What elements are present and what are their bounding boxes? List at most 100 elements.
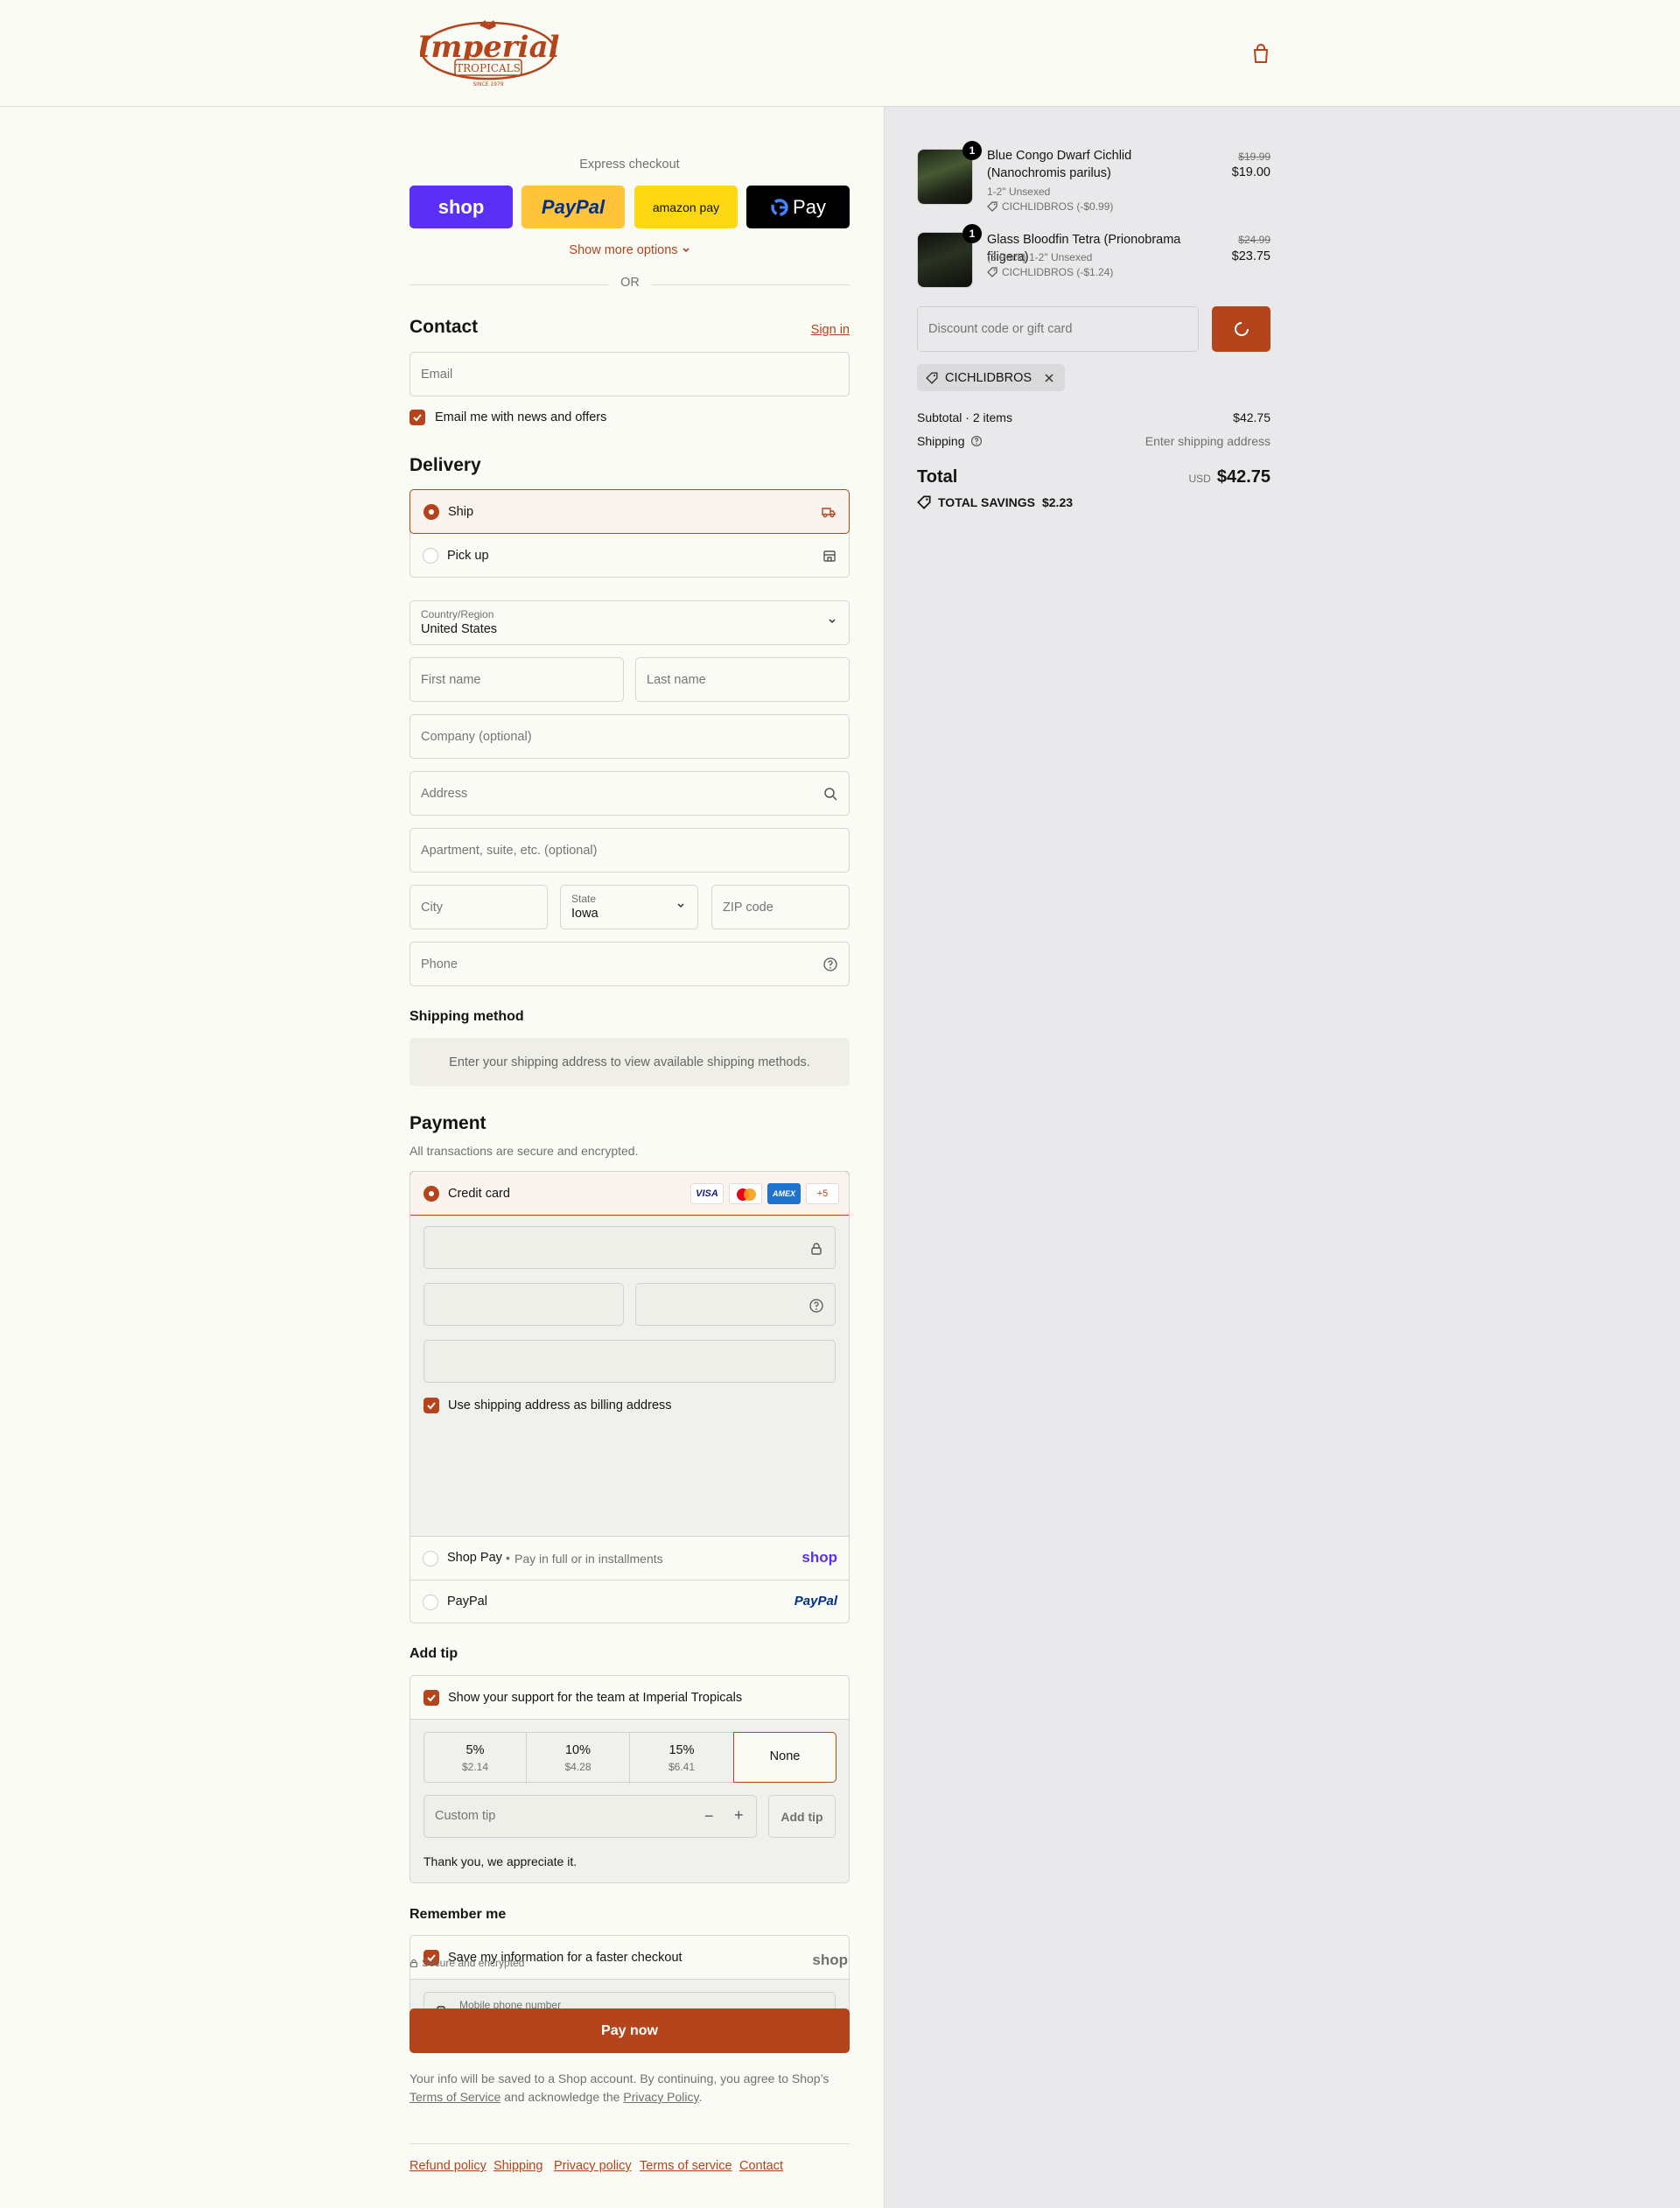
address-field[interactable]: Address bbox=[410, 771, 850, 816]
ship-label: Ship bbox=[448, 505, 474, 519]
contact-link[interactable]: Contact bbox=[739, 2159, 783, 2173]
credit-card-option[interactable]: Credit card VISA AMEX +5 bbox=[410, 1171, 850, 1216]
shop-pay-radio[interactable] bbox=[423, 1551, 438, 1567]
credit-card-radio[interactable] bbox=[424, 1186, 439, 1202]
company-field[interactable]: Company (optional) bbox=[410, 714, 850, 759]
google-g-icon bbox=[771, 198, 788, 216]
divider bbox=[410, 2143, 850, 2144]
tip-amount: $2.14 bbox=[461, 1761, 489, 1773]
sign-in-link[interactable]: Sign in bbox=[811, 323, 850, 337]
item-discount: CICHLIDBROS (-$0.99) bbox=[987, 200, 1113, 213]
shipping-row-label: Shipping bbox=[917, 434, 983, 448]
email-field[interactable]: Email bbox=[410, 352, 850, 396]
state-select[interactable]: State Iowa bbox=[560, 885, 698, 929]
tip-option-15[interactable]: 15% $6.41 bbox=[630, 1733, 733, 1784]
shipping-method-heading: Shipping method bbox=[410, 1009, 524, 1024]
chevron-down-icon bbox=[829, 619, 836, 624]
svg-text:SINCE 1979: SINCE 1979 bbox=[472, 81, 503, 88]
shop-logo: shop bbox=[812, 1952, 848, 1968]
plus-icon[interactable]: + bbox=[734, 1806, 744, 1825]
total-label: Total bbox=[917, 467, 958, 487]
ship-option[interactable]: Ship bbox=[410, 489, 850, 534]
state-value: Iowa bbox=[571, 907, 598, 921]
help-icon[interactable] bbox=[822, 957, 838, 972]
help-icon[interactable] bbox=[808, 1298, 824, 1314]
pickup-radio[interactable] bbox=[423, 548, 438, 564]
apartment-field[interactable]: Apartment, suite, etc. (optional) bbox=[410, 828, 850, 873]
amazon-pay-express-button[interactable]: amazon pay bbox=[634, 186, 738, 228]
check-icon bbox=[427, 1402, 436, 1410]
shop-pay-logo: shop bbox=[438, 195, 485, 218]
country-label: Country/Region bbox=[421, 608, 494, 620]
city-field[interactable]: City bbox=[410, 885, 548, 929]
google-pay-express-button[interactable]: Pay bbox=[746, 186, 850, 228]
pickup-option[interactable]: Pick up bbox=[410, 534, 850, 578]
discount-code-placeholder: Discount code or gift card bbox=[928, 322, 1073, 336]
shop-pay-logo: shop bbox=[802, 1549, 837, 1566]
first-name-placeholder: First name bbox=[421, 673, 481, 687]
help-icon[interactable] bbox=[970, 435, 983, 447]
tip-percent: 15% bbox=[668, 1743, 695, 1757]
mastercard-icon bbox=[729, 1183, 762, 1204]
pay-now-button[interactable]: Pay now bbox=[410, 2008, 850, 2053]
payment-heading: Payment bbox=[410, 1113, 486, 1133]
name-on-card-field[interactable] bbox=[424, 1340, 836, 1383]
terms-of-service-link[interactable]: Terms of service bbox=[640, 2159, 732, 2173]
shop-pay-option[interactable]: Shop Pay • Pay in full or in installment… bbox=[410, 1537, 850, 1580]
tip-option-5[interactable]: 5% $2.14 bbox=[424, 1733, 527, 1784]
address-placeholder: Address bbox=[421, 787, 468, 801]
expiry-field[interactable] bbox=[424, 1283, 624, 1326]
apply-discount-button[interactable] bbox=[1212, 306, 1270, 352]
paypal-label: PayPal bbox=[447, 1595, 487, 1609]
refund-policy-link[interactable]: Refund policy bbox=[410, 2159, 486, 2173]
privacy-policy-link[interactable]: Privacy policy bbox=[554, 2159, 632, 2173]
billing-address-checkbox[interactable] bbox=[424, 1398, 439, 1413]
shop-terms-link[interactable]: Terms of Service bbox=[410, 2090, 500, 2104]
or-divider-label: OR bbox=[608, 276, 652, 290]
discount-code-field[interactable]: Discount code or gift card bbox=[917, 306, 1199, 352]
show-more-options-link[interactable]: Show more options bbox=[410, 243, 850, 257]
shop-privacy-link[interactable]: Privacy Policy bbox=[623, 2090, 698, 2104]
news-checkbox[interactable] bbox=[410, 410, 425, 425]
company-placeholder: Company (optional) bbox=[421, 730, 532, 744]
tip-option-10[interactable]: 10% $4.28 bbox=[527, 1733, 630, 1784]
shipping-method-message: Enter your shipping address to view avai… bbox=[410, 1038, 850, 1086]
brand-logo[interactable]: Imperial TROPICALS SINCE 1979 bbox=[416, 18, 560, 89]
cart-bag-icon[interactable] bbox=[1251, 43, 1270, 64]
zip-field[interactable]: ZIP code bbox=[711, 885, 850, 929]
store-icon bbox=[823, 550, 836, 562]
total-savings-label: TOTAL SAVINGS bbox=[938, 495, 1035, 509]
ship-radio[interactable] bbox=[424, 504, 439, 520]
quantity-badge: 1 bbox=[962, 224, 982, 243]
custom-tip-field[interactable]: Custom tip − + bbox=[424, 1795, 757, 1838]
minus-icon[interactable]: − bbox=[704, 1807, 714, 1826]
credit-card-label: Credit card bbox=[448, 1187, 510, 1201]
apartment-placeholder: Apartment, suite, etc. (optional) bbox=[421, 844, 598, 858]
close-icon[interactable] bbox=[1044, 373, 1054, 383]
shop-pay-express-button[interactable]: shop bbox=[410, 186, 513, 228]
add-tip-button[interactable]: Add tip bbox=[768, 1795, 836, 1838]
tip-support-checkbox[interactable] bbox=[424, 1690, 439, 1706]
item-original-price: $19.99 bbox=[1238, 151, 1270, 163]
last-name-field[interactable]: Last name bbox=[635, 657, 850, 702]
phone-field[interactable]: Phone bbox=[410, 942, 850, 986]
country-select[interactable]: Country/Region United States bbox=[410, 600, 850, 645]
subtotal-label: Subtotal · 2 items bbox=[917, 410, 1012, 424]
paypal-option[interactable]: PayPal PayPal bbox=[410, 1581, 850, 1623]
search-icon bbox=[824, 788, 837, 801]
more-cards-badge[interactable]: +5 bbox=[806, 1183, 839, 1204]
shipping-policy-link[interactable]: Shipping bbox=[494, 2159, 542, 2173]
item-original-price: $24.99 bbox=[1238, 234, 1270, 246]
amazon-pay-logo: amazon pay bbox=[652, 200, 720, 214]
paypal-express-button[interactable]: PayPal bbox=[522, 186, 625, 228]
shop-pay-label: Shop Pay bbox=[447, 1551, 502, 1565]
item-price: $23.75 bbox=[1231, 249, 1270, 263]
subtotal-value: $42.75 bbox=[1233, 410, 1270, 424]
chevron-down-icon bbox=[682, 248, 690, 253]
lock-icon bbox=[811, 1243, 822, 1255]
security-code-field[interactable] bbox=[635, 1283, 836, 1326]
tip-option-none[interactable]: None bbox=[733, 1732, 836, 1783]
paypal-radio[interactable] bbox=[423, 1595, 438, 1610]
first-name-field[interactable]: First name bbox=[410, 657, 624, 702]
card-number-field[interactable] bbox=[424, 1226, 836, 1269]
